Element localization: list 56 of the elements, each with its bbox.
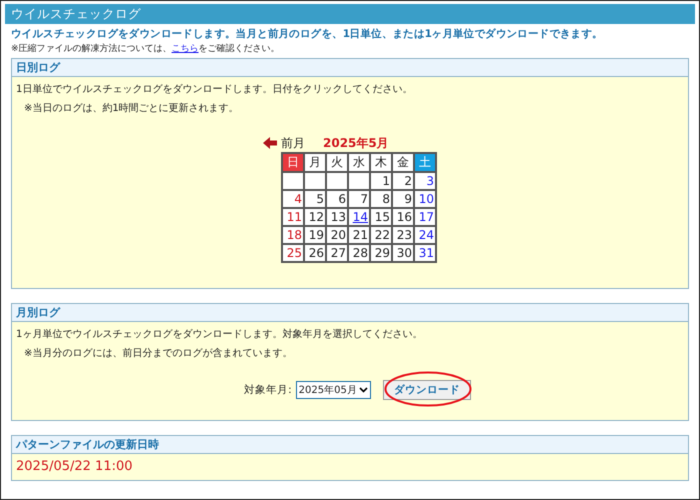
date-cell: 7 <box>348 190 370 208</box>
chevron-down-icon <box>358 387 368 393</box>
weekday-header: 木 <box>370 153 392 172</box>
date-cell: 2 <box>392 172 414 190</box>
date-cell: 31 <box>414 244 436 262</box>
left-arrow-icon[interactable] <box>263 137 277 149</box>
section-heading: 月別ログ <box>12 304 688 322</box>
description-text: 1日単位でウイルスチェックログをダウンロードします。日付をクリックしてください。 <box>16 83 414 97</box>
date-cell: 17 <box>414 208 436 226</box>
date-cell: 21 <box>348 226 370 244</box>
section-heading: 日別ログ <box>12 59 688 77</box>
date-cell: 27 <box>326 244 348 262</box>
section-heading: パターンファイルの更新日時 <box>12 436 688 454</box>
date-cell: 30 <box>392 244 414 262</box>
date-cell: 29 <box>370 244 392 262</box>
date-cell: 10 <box>414 190 436 208</box>
note-text: ※当日のログは、約1時間ごとに更新されます。 <box>23 102 240 116</box>
weekday-header: 土 <box>414 153 436 172</box>
date-cell: 8 <box>370 190 392 208</box>
date-cell: 22 <box>370 226 392 244</box>
date-cell: 3 <box>414 172 436 190</box>
note-text: ※当月分のログには、前日分までのログが含まれています。 <box>23 346 294 361</box>
date-cell: 6 <box>326 190 348 208</box>
date-cell: 1 <box>370 172 392 190</box>
date-cell: 11 <box>282 208 304 226</box>
page-title: ウイルスチェックログ <box>5 4 695 24</box>
date-cell: 9 <box>392 190 414 208</box>
date-cell: 12 <box>304 208 326 226</box>
help-link[interactable]: こちら <box>172 44 199 54</box>
date-cell: 5 <box>304 190 326 208</box>
description-text: 1ヶ月単位でウイルスチェックログをダウンロードします。対象年月を選択してください。 <box>16 328 424 342</box>
weekday-header: 月 <box>304 153 326 172</box>
note-text: ※圧縮ファイルの解凍方法については、こちら をご確認ください。 <box>11 42 281 55</box>
date-cell: 20 <box>326 226 348 244</box>
date-cell: 13 <box>326 208 348 226</box>
date-cell: 4 <box>282 190 304 208</box>
select-label: 対象年月: <box>244 383 292 397</box>
weekday-header: 火 <box>326 153 348 172</box>
date-cell: 25 <box>282 244 304 262</box>
weekday-header: 金 <box>392 153 414 172</box>
date-cell: 28 <box>348 244 370 262</box>
update-datetime: 2025/05/22 11:00 <box>16 459 134 474</box>
previous-month-link[interactable]: 前月 <box>281 134 305 152</box>
month-label: 2025年5月 <box>323 134 389 152</box>
date-cell: 15 <box>370 208 392 226</box>
date-cell: 18 <box>282 226 304 244</box>
weekday-header: 水 <box>348 153 370 172</box>
date-cell: 24 <box>414 226 436 244</box>
month-select[interactable]: 2025年05月 <box>296 381 371 399</box>
weekday-header: 日 <box>282 153 304 172</box>
date-cell: 19 <box>304 226 326 244</box>
download-button[interactable]: ダウンロード <box>382 380 471 400</box>
intro-text: ウイルスチェックログをダウンロードします。当月と前月のログを、1日単位、または1ヶ月単位でダウンロードできます。 <box>11 27 604 41</box>
date-cell: 16 <box>392 208 414 226</box>
date-cell: 26 <box>304 244 326 262</box>
date-cell: 23 <box>392 226 414 244</box>
